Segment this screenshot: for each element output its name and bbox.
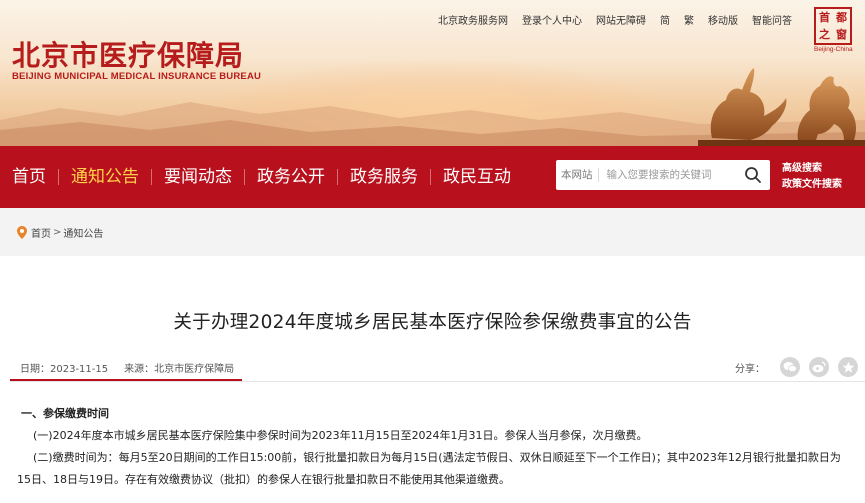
nav-items: 首页 通知公告 要闻动态 政务公开 政务服务 政民互动 <box>0 146 523 208</box>
nav-item-services[interactable]: 政务服务 <box>338 146 430 208</box>
breadcrumb-bar: 首页 > 通知公告 <box>0 208 865 256</box>
article-date: 日期：2023-11-15 <box>20 364 109 375</box>
search-input[interactable] <box>598 169 729 181</box>
bronze-statue-illustration <box>698 68 865 146</box>
nav-item-notices[interactable]: 通知公告 <box>59 146 151 208</box>
search-box: 本网站 <box>556 160 770 190</box>
advanced-search-links: 高级搜索 政策文件搜索 <box>782 162 842 194</box>
main-nav: 首页 通知公告 要闻动态 政务公开 政务服务 政民互动 本网站 高级搜索 政策文… <box>0 146 865 208</box>
nav-item-interaction[interactable]: 政民互动 <box>431 146 523 208</box>
top-link-login[interactable]: 登录个人中心 <box>522 12 582 27</box>
top-link-simplified[interactable]: 简 <box>660 12 670 27</box>
share-label: 分享： <box>735 363 765 375</box>
seal-en-label: Beijing-China <box>814 46 853 53</box>
weibo-icon <box>812 361 826 373</box>
nav-item-news[interactable]: 要闻动态 <box>152 146 244 208</box>
breadcrumb-separator: > <box>53 227 62 238</box>
weibo-share-icon[interactable] <box>809 357 829 377</box>
breadcrumb: 首页 > 通知公告 <box>17 225 103 240</box>
search-scope-select[interactable]: 本网站 <box>556 168 599 182</box>
policy-doc-search-link[interactable]: 政策文件搜索 <box>782 178 842 192</box>
site-logo-cn[interactable]: 北京市医疗保障局 <box>12 34 244 74</box>
location-pin-icon <box>17 226 27 239</box>
breadcrumb-current[interactable]: 通知公告 <box>63 225 103 240</box>
advanced-search-link[interactable]: 高级搜索 <box>782 162 842 176</box>
header-banner: 北京市医疗保障局 BEIJING MUNICIPAL MEDICAL INSUR… <box>0 0 865 146</box>
favorite-share-icon[interactable] <box>838 357 858 377</box>
top-link-smart-qa[interactable]: 智能问答 <box>752 12 792 27</box>
nav-item-gov-affairs[interactable]: 政务公开 <box>245 146 337 208</box>
capital-window-seal[interactable]: 首 都 之 窗 Beijing-China <box>814 7 853 53</box>
seal-box: 首 都 之 窗 <box>814 7 852 45</box>
seal-char: 窗 <box>836 28 847 41</box>
nav-item-home[interactable]: 首页 <box>0 146 58 208</box>
article-paragraph: (一)2024年度本市城乡居民基本医疗保险集中参保时间为2023年11月15日至… <box>33 429 648 442</box>
top-link-mobile[interactable]: 移动版 <box>708 12 738 27</box>
top-links: 北京政务服务网 登录个人中心 网站无障碍 简 繁 移动版 智能问答 <box>438 12 806 27</box>
wechat-share-icon[interactable] <box>780 357 800 377</box>
top-link-traditional[interactable]: 繁 <box>684 12 694 27</box>
article-body: 一、参保缴费时间 (一)2024年度本市城乡居民基本医疗保险集中参保时间为202… <box>17 403 852 491</box>
wechat-icon <box>783 362 797 373</box>
site-logo-en: BEIJING MUNICIPAL MEDICAL INSURANCE BURE… <box>12 71 262 82</box>
search-icon[interactable] <box>744 166 762 184</box>
section-heading: 一、参保缴费时间 <box>21 407 109 420</box>
seal-char: 之 <box>819 28 830 41</box>
breadcrumb-home[interactable]: 首页 <box>31 225 51 240</box>
meta-gap <box>108 360 124 375</box>
article-paragraph: (二)缴费时间为：每月5至20日期间的工作日15:00前，银行批量扣款日为每月1… <box>17 451 841 486</box>
article-meta: 日期：2023-11-15 来源：北京市医疗保障局 <box>20 360 234 375</box>
meta-divider <box>10 381 865 382</box>
page: 北京市医疗保障局 BEIJING MUNICIPAL MEDICAL INSUR… <box>0 0 865 503</box>
seal-char: 都 <box>836 11 847 24</box>
top-link-accessibility[interactable]: 网站无障碍 <box>596 12 646 27</box>
article-source: 来源：北京市医疗保障局 <box>124 364 235 375</box>
seal-char: 首 <box>819 11 830 24</box>
star-icon <box>842 361 854 373</box>
article-title: 关于办理2024年度城乡居民基本医疗保险参保缴费事宜的公告 <box>173 312 692 333</box>
top-link-gov-service[interactable]: 北京政务服务网 <box>438 12 508 27</box>
share-bar: 分享： <box>735 357 858 377</box>
